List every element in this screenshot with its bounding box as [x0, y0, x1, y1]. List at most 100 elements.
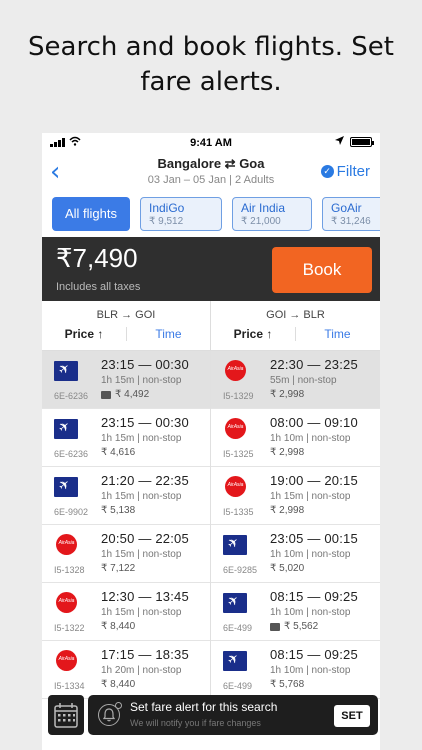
onward-flight-option[interactable]: I5-1334 17:15 — 18:35 1h 20m | non-stop ₹ 8…	[42, 641, 211, 699]
flight-code: 6E-6236	[54, 391, 89, 401]
onward-flight-option[interactable]: I5-1328 20:50 — 22:05 1h 15m | non-stop ₹ 7…	[42, 525, 211, 583]
set-alert-button[interactable]: SET	[334, 705, 370, 727]
flight-fare-value: ₹ 8,440	[101, 679, 136, 690]
flight-fare: ₹ 2,998	[270, 505, 304, 516]
airasia-logo-icon	[225, 360, 246, 381]
flight-code: I5-1329	[223, 391, 254, 401]
chip-airline-name: GoAir	[331, 201, 362, 215]
flight-fare-value: ₹ 5,768	[270, 679, 305, 690]
phone-screen: 9:41 AM ‹ Bangalore ⇄ Goa 03 Jan – 05 Ja…	[42, 133, 380, 750]
indigo-logo-icon	[223, 593, 247, 613]
return-flight-option[interactable]: 6E-499 08:15 — 09:25 1h 10m | non-stop ₹ 5,…	[211, 641, 380, 699]
flight-fare-value: ₹ 2,998	[270, 389, 305, 400]
onward-column-header: BLR → GOI Price ↑ Time	[42, 301, 211, 351]
chip-air-india[interactable]: Air India ₹ 21,000	[232, 197, 312, 231]
flight-row: I5-1328 20:50 — 22:05 1h 15m | non-stop ₹ 7…	[42, 525, 380, 583]
onward-route: BLR → GOI	[96, 309, 156, 321]
flight-fare: ₹ 5,768	[270, 679, 304, 690]
filter-label: Filter	[336, 163, 370, 180]
return-column-header: GOI → BLR Price ↑ Time	[211, 301, 380, 351]
flight-fare: ₹ 5,562	[270, 621, 318, 632]
indigo-logo-icon	[54, 419, 78, 439]
flight-duration: 1h 15m | non-stop	[101, 491, 182, 502]
flight-code: I5-1322	[54, 623, 85, 633]
flight-fare-value: ₹ 7,122	[101, 563, 136, 574]
flight-code: I5-1328	[54, 565, 85, 575]
flight-fare-value: ₹ 2,998	[270, 505, 305, 516]
chip-indigo[interactable]: IndiGo ₹ 9,512	[140, 197, 222, 231]
chip-all-flights[interactable]: All flights	[52, 197, 130, 231]
return-flight-option[interactable]: 6E-499 08:15 — 09:25 1h 10m | non-stop ₹ 5,…	[211, 583, 380, 641]
flight-times: 20:50 — 22:05	[101, 531, 189, 546]
flight-duration: 1h 15m | non-stop	[270, 491, 351, 502]
fare-alert-bar: Set fare alert for this search We will n…	[88, 695, 378, 735]
sort-by-price-onward[interactable]: Price ↑	[42, 327, 126, 341]
sort-by-price-return[interactable]: Price ↑	[211, 327, 295, 341]
onward-flight-option[interactable]: 6E-6236 23:15 — 00:30 1h 15m | non-stop ₹ 4…	[42, 409, 211, 467]
booking-summary-bar: ₹7,490 Includes all taxes Book	[42, 237, 380, 301]
flight-fare: ₹ 7,122	[101, 563, 135, 574]
bottom-bar: Set fare alert for this search We will n…	[42, 693, 380, 741]
airasia-logo-icon	[56, 592, 77, 613]
airasia-logo-icon	[225, 476, 246, 497]
flight-duration: 1h 10m | non-stop	[270, 549, 351, 560]
return-flight-option[interactable]: I5-1329 22:30 — 23:25 55m | non-stop ₹ 2,99…	[211, 351, 380, 409]
return-route: GOI → BLR	[266, 309, 325, 321]
sort-by-time-return[interactable]: Time	[295, 327, 379, 341]
flight-times: 19:00 — 20:15	[270, 473, 358, 488]
flight-times: 23:15 — 00:30	[101, 357, 189, 372]
wallet-icon	[101, 390, 111, 399]
flight-code: 6E-9902	[54, 507, 89, 517]
flight-fare-value: ₹ 5,138	[101, 505, 136, 516]
flight-times: 21:20 — 22:35	[101, 473, 189, 488]
check-icon: ✓	[320, 165, 334, 178]
flight-fare-value: ₹ 5,562	[284, 621, 319, 632]
indigo-logo-icon	[54, 477, 78, 497]
onward-flight-option[interactable]: 6E-9902 21:20 — 22:35 1h 15m | non-stop ₹ 5…	[42, 467, 211, 525]
flight-fare-value: ₹ 2,998	[270, 447, 305, 458]
flight-duration: 1h 10m | non-stop	[270, 607, 351, 618]
chip-airline-name: Air India	[241, 201, 286, 215]
wallet-icon	[270, 622, 280, 631]
flight-code: I5-1334	[54, 681, 85, 691]
flight-fare: ₹ 4,492	[101, 389, 149, 400]
chip-airline-price: ₹ 9,512	[149, 216, 184, 227]
flight-times: 08:00 — 09:10	[270, 415, 358, 430]
indigo-logo-icon	[223, 535, 247, 555]
flight-times: 12:30 — 13:45	[101, 589, 189, 604]
status-time: 9:41 AM	[190, 137, 232, 149]
flight-duration: 1h 15m | non-stop	[101, 549, 182, 560]
fare-alert-subtitle: We will notify you if fare changes	[130, 718, 261, 728]
onward-flight-option[interactable]: I5-1322 12:30 — 13:45 1h 15m | non-stop ₹ 8…	[42, 583, 211, 641]
flight-duration: 1h 20m | non-stop	[101, 665, 182, 676]
calendar-button[interactable]	[48, 695, 84, 735]
return-flight-option[interactable]: I5-1325 08:00 — 09:10 1h 10m | non-stop ₹ 2…	[211, 409, 380, 467]
sort-by-time-onward[interactable]: Time	[126, 327, 210, 341]
promo-headline: Search and book flights. Set fare alerts…	[0, 30, 422, 100]
return-flight-option[interactable]: I5-1335 19:00 — 20:15 1h 15m | non-stop ₹ 2…	[211, 467, 380, 525]
flight-duration: 1h 15m | non-stop	[101, 607, 182, 618]
indigo-logo-icon	[54, 361, 78, 381]
flight-code: I5-1335	[223, 507, 254, 517]
book-button[interactable]: Book	[272, 247, 372, 293]
status-bar: 9:41 AM	[42, 133, 380, 153]
flight-code: I5-1325	[223, 449, 254, 459]
airasia-logo-icon	[225, 418, 246, 439]
flight-duration: 1h 15m | non-stop	[101, 375, 182, 386]
flight-fare: ₹ 5,138	[101, 505, 135, 516]
calendar-icon	[54, 703, 78, 728]
airasia-logo-icon	[56, 534, 77, 555]
onward-flight-option[interactable]: 6E-6236 23:15 — 00:30 1h 15m | non-stop ₹ 4…	[42, 351, 211, 409]
flight-row: 6E-9902 21:20 — 22:35 1h 15m | non-stop ₹ 5…	[42, 467, 380, 525]
flight-row: 6E-6236 23:15 — 00:30 1h 15m | non-stop ₹ 4…	[42, 351, 380, 409]
flight-row: I5-1334 17:15 — 18:35 1h 20m | non-stop ₹ 8…	[42, 641, 380, 699]
flight-fare-value: ₹ 5,020	[270, 563, 305, 574]
fare-alert-title: Set fare alert for this search	[130, 700, 278, 714]
headline-line-2: fare alerts.	[140, 67, 282, 97]
flight-times: 08:15 — 09:25	[270, 647, 358, 662]
flight-times: 22:30 — 23:25	[270, 357, 358, 372]
chip-goair[interactable]: GoAir ₹ 31,246	[322, 197, 380, 231]
total-price: ₹7,490	[56, 243, 138, 273]
return-flight-option[interactable]: 6E-9285 23:05 — 00:15 1h 10m | non-stop ₹ 5…	[211, 525, 380, 583]
filter-button[interactable]: ✓ Filter	[320, 163, 370, 180]
